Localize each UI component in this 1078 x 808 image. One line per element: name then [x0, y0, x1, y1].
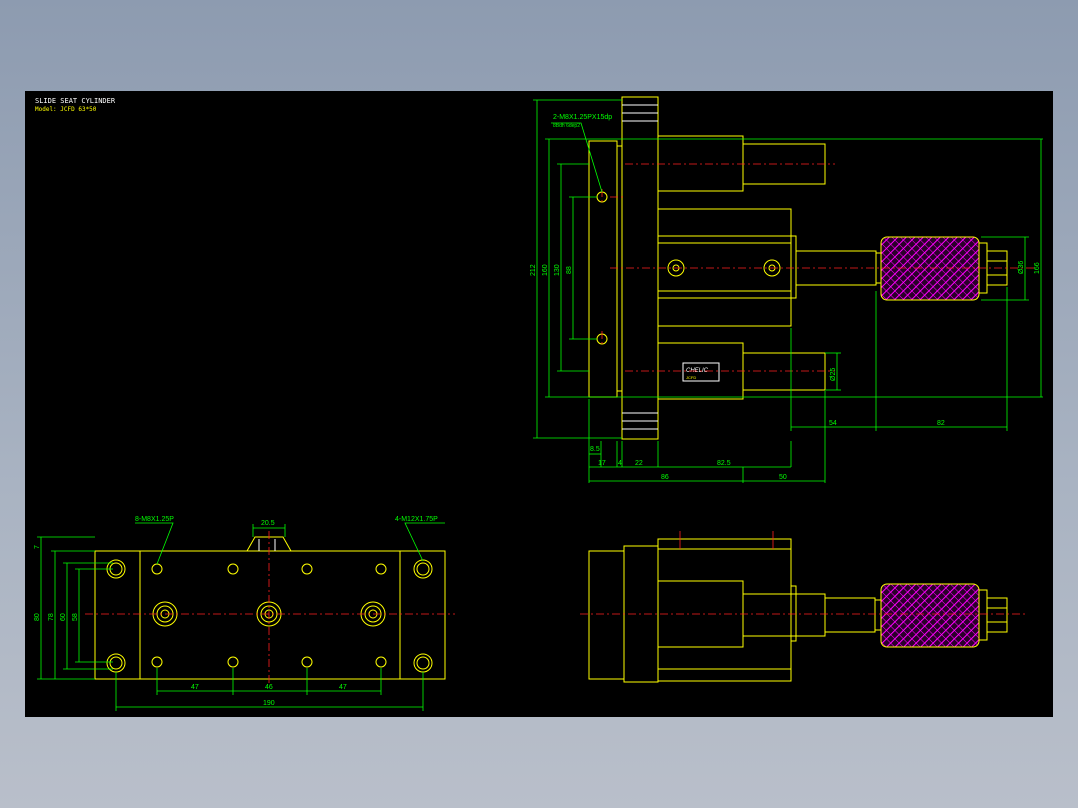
- note-m8: 8-M8X1.25P: [135, 516, 174, 523]
- dim-17: 17: [598, 460, 606, 467]
- dim-7: 7: [34, 545, 41, 549]
- dim-50: 50: [779, 474, 787, 481]
- front-lock-nut: [986, 597, 1008, 633]
- dim-130: 130: [554, 264, 561, 276]
- dim-86: 86: [661, 474, 669, 481]
- side-base-plate: [588, 140, 618, 398]
- front-adjust-knob: [880, 583, 980, 648]
- lower-guide-rod: [742, 352, 826, 391]
- dim-phi25: Ø25: [830, 368, 837, 381]
- dim-160: 160: [542, 264, 549, 276]
- adjust-knob: [880, 236, 980, 301]
- nameplate-model: JCFD: [686, 375, 696, 380]
- dim-190: 190: [263, 700, 275, 707]
- upper-guide-block: [657, 135, 744, 192]
- dim-82: 82: [937, 420, 945, 427]
- drawing-sheet: SLIDE SEAT CYLINDER Model: JCFD 63*50 CH…: [25, 91, 1053, 717]
- dim-47-right: 47: [339, 684, 347, 691]
- dim-46: 46: [265, 684, 273, 691]
- dim-22: 22: [635, 460, 643, 467]
- dim-60: 60: [60, 613, 67, 621]
- side-view: CHELIC JCFD 2-M8X1.25PX15dp 8Bdh 6dep2 2…: [530, 96, 1043, 483]
- front-piston-rod: [824, 597, 876, 633]
- dim-8-5: 8.5: [590, 446, 600, 453]
- cad-drawing: SLIDE SEAT CYLINDER Model: JCFD 63*50 CH…: [34, 96, 1043, 711]
- front-body: [657, 538, 792, 682]
- note-m12: 4-M12X1.75P: [395, 516, 438, 523]
- dim-20-5: 20.5: [261, 520, 275, 527]
- dim-82-5: 82.5: [717, 460, 731, 467]
- hole-note-sub: 8Bdh 6dep2: [553, 123, 580, 129]
- dim-phi36: Ø36: [1018, 261, 1025, 274]
- front-rod-sleeve: [742, 593, 826, 637]
- dim-88: 88: [566, 266, 573, 274]
- top-base-plate: [94, 550, 446, 680]
- dim-4: 4: [618, 460, 622, 467]
- dim-58: 58: [72, 613, 79, 621]
- dim-212: 212: [530, 264, 537, 276]
- drawing-model: Model: JCFD 63*50: [35, 106, 97, 113]
- front-view: [580, 531, 1025, 683]
- hole-note: 2-M8X1.25PX15dp: [553, 114, 612, 121]
- dim-80: 80: [34, 613, 41, 621]
- dim-54: 54: [829, 420, 837, 427]
- dim-47-left: 47: [191, 684, 199, 691]
- drawing-title: SLIDE SEAT CYLINDER: [35, 97, 116, 105]
- dim-166: 166: [1034, 262, 1041, 274]
- cylinder-body: [657, 208, 792, 327]
- dim-78: 78: [48, 613, 55, 621]
- top-view: 8-M8X1.25P 4-M12X1.75P 20.5 7 80 78 60 5…: [34, 516, 455, 711]
- front-base-plate: [588, 550, 625, 680]
